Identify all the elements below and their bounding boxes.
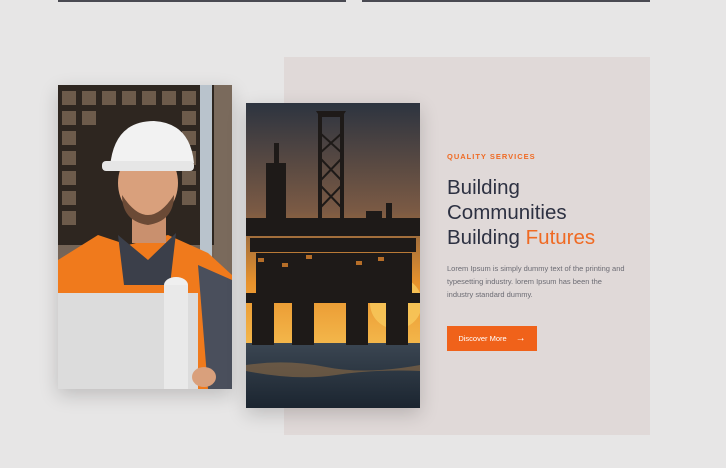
heading-line-1: Building xyxy=(447,176,520,199)
heading-line-3: Building Futures xyxy=(447,225,647,250)
previous-section-card-right xyxy=(362,0,650,2)
construction-worker-photo xyxy=(58,85,232,389)
heading-accent: Futures xyxy=(525,226,596,249)
previous-section-card-left xyxy=(58,0,346,2)
section-description: Lorem Ipsum is simply dummy text of the … xyxy=(447,264,625,299)
discover-more-label: Discover More xyxy=(458,334,507,343)
section-heading: Building Communities Building Futures xyxy=(447,175,647,250)
heading-line-3-prefix: Building xyxy=(447,226,520,249)
heading-line-2: Communities xyxy=(447,201,567,224)
oil-rig-sunset-photo xyxy=(246,103,420,408)
section-eyebrow: QUALITY SERVICES xyxy=(447,152,536,161)
discover-more-button[interactable]: Discover More → xyxy=(447,326,537,351)
arrow-right-icon: → xyxy=(515,332,526,344)
